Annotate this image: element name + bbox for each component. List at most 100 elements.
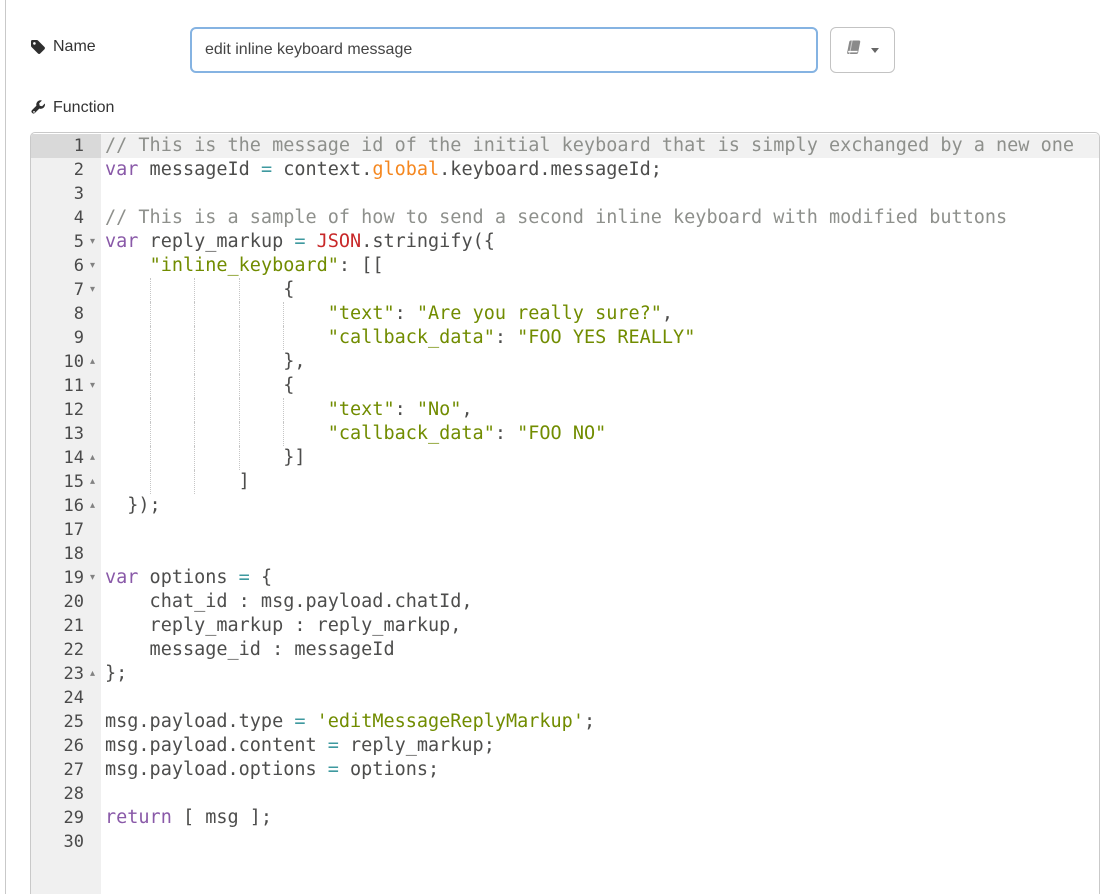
- code-token: options;: [339, 759, 439, 780]
- code-line[interactable]: message_id : messageId: [101, 638, 1099, 662]
- code-token: reply_markup: [138, 231, 294, 252]
- fold-widget-close-icon[interactable]: ▴: [84, 470, 101, 494]
- code-line[interactable]: var options = {: [101, 566, 1099, 590]
- code-line-text: },: [101, 351, 305, 372]
- fold-widget-open-icon[interactable]: ▾: [84, 254, 101, 278]
- code-token: // This is a sample of how to send a sec…: [105, 207, 1007, 228]
- indent-guide: [194, 446, 195, 470]
- line-number: 16: [31, 496, 84, 516]
- indent-guide: [194, 302, 195, 326]
- code-token: =: [294, 231, 305, 252]
- code-token: msg.payload.options: [105, 759, 328, 780]
- indent-guide: [194, 374, 195, 398]
- fold-widget-close-icon[interactable]: ▴: [84, 350, 101, 374]
- code-line-text: {: [101, 375, 294, 396]
- line-number: 25: [31, 712, 84, 732]
- code-line[interactable]: {: [101, 278, 1099, 302]
- code-line[interactable]: {: [101, 374, 1099, 398]
- code-line-text: [101, 183, 105, 204]
- function-code-editor[interactable]: 12345▾6▾7▾8910▴11▾121314▴15▴16▴171819▾20…: [30, 132, 1100, 894]
- code-line[interactable]: "text": "No",: [101, 398, 1099, 422]
- gutter-line: 13: [31, 422, 101, 446]
- code-line[interactable]: "callback_data": "FOO NO": [101, 422, 1099, 446]
- line-number: 19: [31, 568, 84, 588]
- code-token: "FOO YES REALLY": [517, 327, 695, 348]
- gutter-line: 15▴: [31, 470, 101, 494]
- gutter-line: 6▾: [31, 254, 101, 278]
- code-line[interactable]: };: [101, 662, 1099, 686]
- code-line[interactable]: reply_markup : reply_markup,: [101, 614, 1099, 638]
- code-token: =: [328, 759, 339, 780]
- code-line[interactable]: var messageId = context.global.keyboard.…: [101, 158, 1099, 182]
- code-line[interactable]: ]: [101, 470, 1099, 494]
- code-line[interactable]: msg.payload.type = 'editMessageReplyMark…: [101, 710, 1099, 734]
- gutter-line: 12: [31, 398, 101, 422]
- indent-guide: [239, 398, 240, 422]
- code-line[interactable]: var reply_markup = JSON.stringify({: [101, 230, 1099, 254]
- code-line[interactable]: // This is the message id of the initial…: [101, 134, 1099, 158]
- code-line-text: var reply_markup = JSON.stringify({: [101, 231, 495, 252]
- line-number: 30: [31, 832, 84, 852]
- code-line[interactable]: });: [101, 494, 1099, 518]
- code-line[interactable]: [101, 782, 1099, 806]
- indent-guide: [150, 470, 151, 494]
- fold-widget-close-icon[interactable]: ▴: [84, 494, 101, 518]
- fold-widget-open-icon[interactable]: ▾: [84, 278, 101, 302]
- name-input[interactable]: [190, 27, 818, 73]
- code-token: {: [105, 279, 294, 300]
- indent-guide: [150, 422, 151, 446]
- fold-widget-open-icon[interactable]: ▾: [84, 566, 101, 590]
- indent-guide: [239, 422, 240, 446]
- code-line-text: chat_id : msg.payload.chatId,: [101, 591, 473, 612]
- line-number: 17: [31, 520, 84, 540]
- code-line[interactable]: chat_id : msg.payload.chatId,: [101, 590, 1099, 614]
- code-line[interactable]: [101, 182, 1099, 206]
- line-number: 23: [31, 664, 84, 684]
- library-button[interactable]: [830, 27, 895, 73]
- code-token: 'editMessageReplyMarkup': [317, 711, 584, 732]
- code-token: : [[: [339, 255, 384, 276]
- code-token: message_id : messageId: [105, 639, 395, 660]
- line-number: 14: [31, 448, 84, 468]
- code-line[interactable]: return [ msg ];: [101, 806, 1099, 830]
- line-number: 9: [31, 328, 84, 348]
- code-line-text: {: [101, 279, 294, 300]
- line-number: 18: [31, 544, 84, 564]
- gutter-line: 24: [31, 686, 101, 710]
- code-line[interactable]: "inline_keyboard": [[: [101, 254, 1099, 278]
- code-line[interactable]: "callback_data": "FOO YES REALLY": [101, 326, 1099, 350]
- editor-content[interactable]: // This is the message id of the initial…: [101, 134, 1099, 894]
- fold-widget-open-icon[interactable]: ▾: [84, 230, 101, 254]
- fold-widget-close-icon[interactable]: ▴: [84, 662, 101, 686]
- gutter-line: 17: [31, 518, 101, 542]
- code-line[interactable]: [101, 686, 1099, 710]
- code-token: messageId: [138, 159, 261, 180]
- code-line-text: "inline_keyboard": [[: [101, 255, 383, 276]
- code-line-text: [101, 519, 105, 540]
- code-line[interactable]: [101, 830, 1099, 854]
- gutter-line: 5▾: [31, 230, 101, 254]
- code-line[interactable]: // This is a sample of how to send a sec…: [101, 206, 1099, 230]
- code-line-text: msg.payload.content = reply_markup;: [101, 735, 495, 756]
- fold-widget-open-icon[interactable]: ▾: [84, 374, 101, 398]
- code-line[interactable]: "text": "Are you really sure?",: [101, 302, 1099, 326]
- code-line-text: msg.payload.type = 'editMessageReplyMark…: [101, 711, 595, 732]
- code-token: ;: [584, 711, 595, 732]
- indent-guide: [283, 326, 284, 350]
- indent-guide: [150, 374, 151, 398]
- code-line[interactable]: msg.payload.content = reply_markup;: [101, 734, 1099, 758]
- code-line[interactable]: [101, 518, 1099, 542]
- gutter-line: 7▾: [31, 278, 101, 302]
- fold-widget-close-icon[interactable]: ▴: [84, 446, 101, 470]
- code-token: };: [105, 663, 127, 684]
- line-number: 24: [31, 688, 84, 708]
- code-line[interactable]: }]: [101, 446, 1099, 470]
- code-token: "text": [328, 303, 395, 324]
- indent-guide: [150, 326, 151, 350]
- code-line[interactable]: [101, 542, 1099, 566]
- indent-guide: [150, 446, 151, 470]
- indent-guide: [194, 470, 195, 494]
- code-line[interactable]: },: [101, 350, 1099, 374]
- code-line[interactable]: msg.payload.options = options;: [101, 758, 1099, 782]
- code-token: ,: [461, 399, 472, 420]
